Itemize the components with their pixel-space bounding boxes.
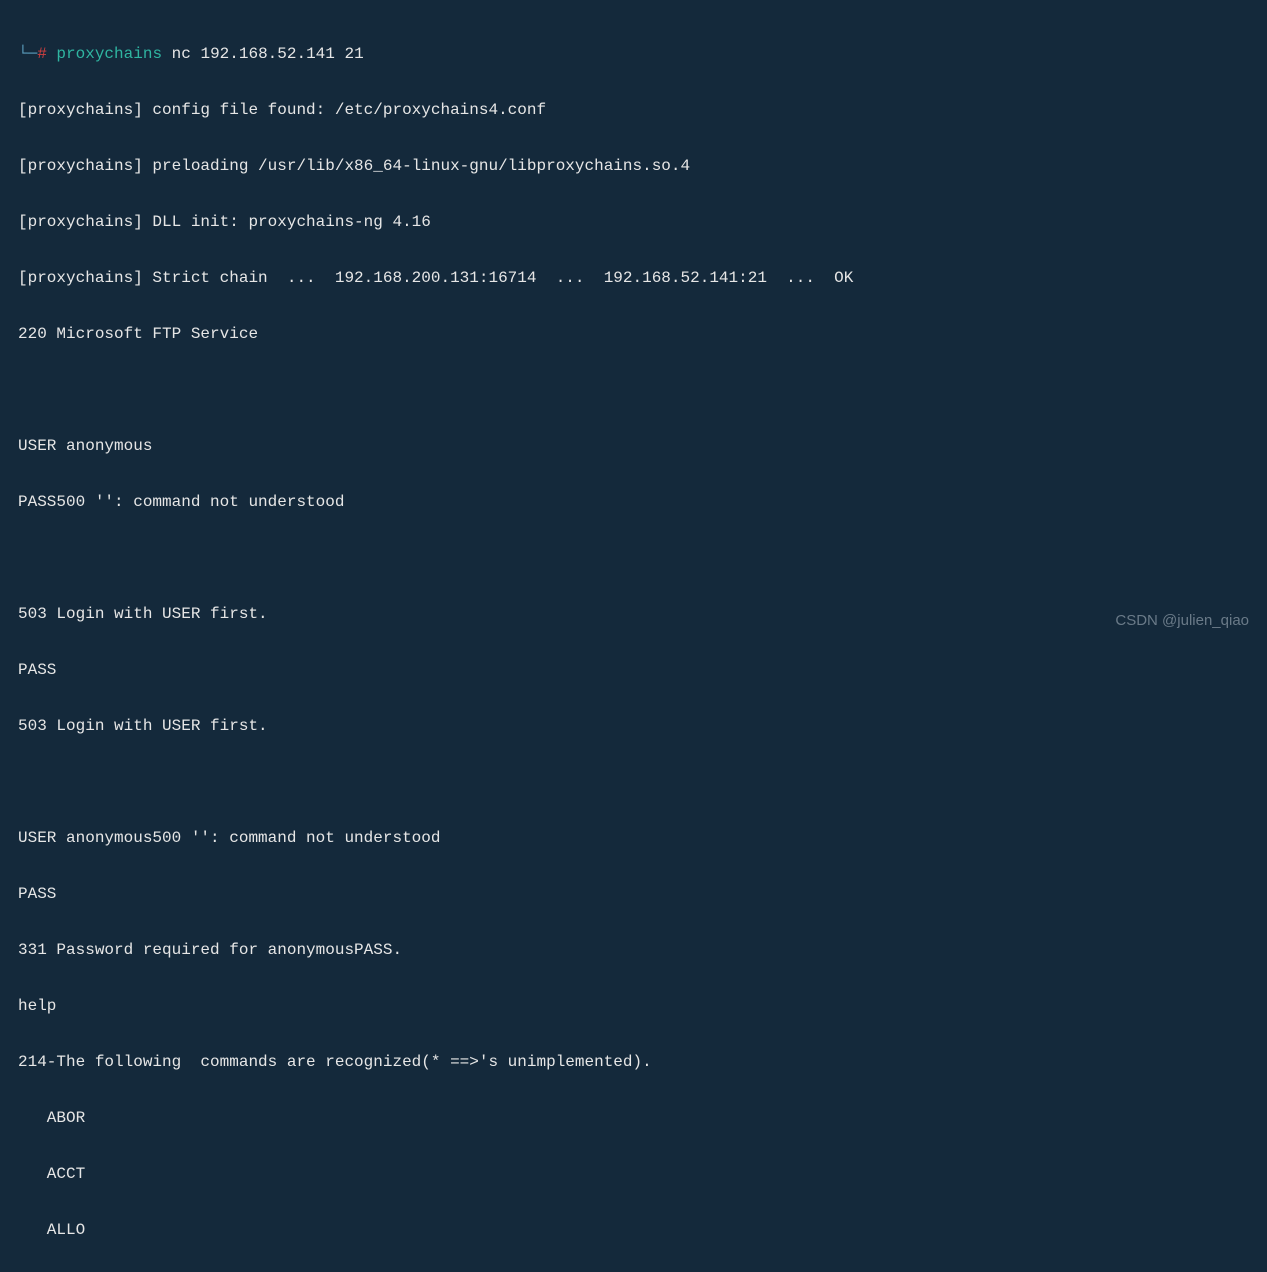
- prompt-tree-icon: └─: [18, 45, 37, 63]
- output-line: [proxychains] config file found: /etc/pr…: [18, 96, 1249, 124]
- output-line: ABOR: [18, 1104, 1249, 1132]
- prompt-hash: #: [37, 45, 47, 63]
- output-line: 214-The following commands are recognize…: [18, 1048, 1249, 1076]
- output-line: [proxychains] Strict chain ... 192.168.2…: [18, 264, 1249, 292]
- output-line: 503 Login with USER first.: [18, 600, 1249, 628]
- watermark: CSDN @julien_qiao: [1115, 608, 1249, 634]
- output-line: PASS500 '': command not understood: [18, 488, 1249, 516]
- output-line: USER anonymous500 '': command not unders…: [18, 824, 1249, 852]
- output-line: [18, 544, 1249, 572]
- output-line: USER anonymous: [18, 432, 1249, 460]
- output-line: [18, 768, 1249, 796]
- output-line: 503 Login with USER first.: [18, 712, 1249, 740]
- output-line: ALLO: [18, 1216, 1249, 1244]
- prompt-command: proxychains: [56, 45, 162, 63]
- output-line: [proxychains] DLL init: proxychains-ng 4…: [18, 208, 1249, 236]
- prompt-line: └─# proxychains nc 192.168.52.141 21: [18, 40, 1249, 68]
- output-line: 220 Microsoft FTP Service: [18, 320, 1249, 348]
- output-line: PASS: [18, 880, 1249, 908]
- output-line: 331 Password required for anonymousPASS.: [18, 936, 1249, 964]
- terminal-output[interactable]: └─# proxychains nc 192.168.52.141 21 [pr…: [18, 12, 1249, 1272]
- output-line: ACCT: [18, 1160, 1249, 1188]
- output-line: [18, 376, 1249, 404]
- output-line: [proxychains] preloading /usr/lib/x86_64…: [18, 152, 1249, 180]
- prompt-args: nc 192.168.52.141 21: [172, 45, 364, 63]
- output-line: PASS: [18, 656, 1249, 684]
- output-line: help: [18, 992, 1249, 1020]
